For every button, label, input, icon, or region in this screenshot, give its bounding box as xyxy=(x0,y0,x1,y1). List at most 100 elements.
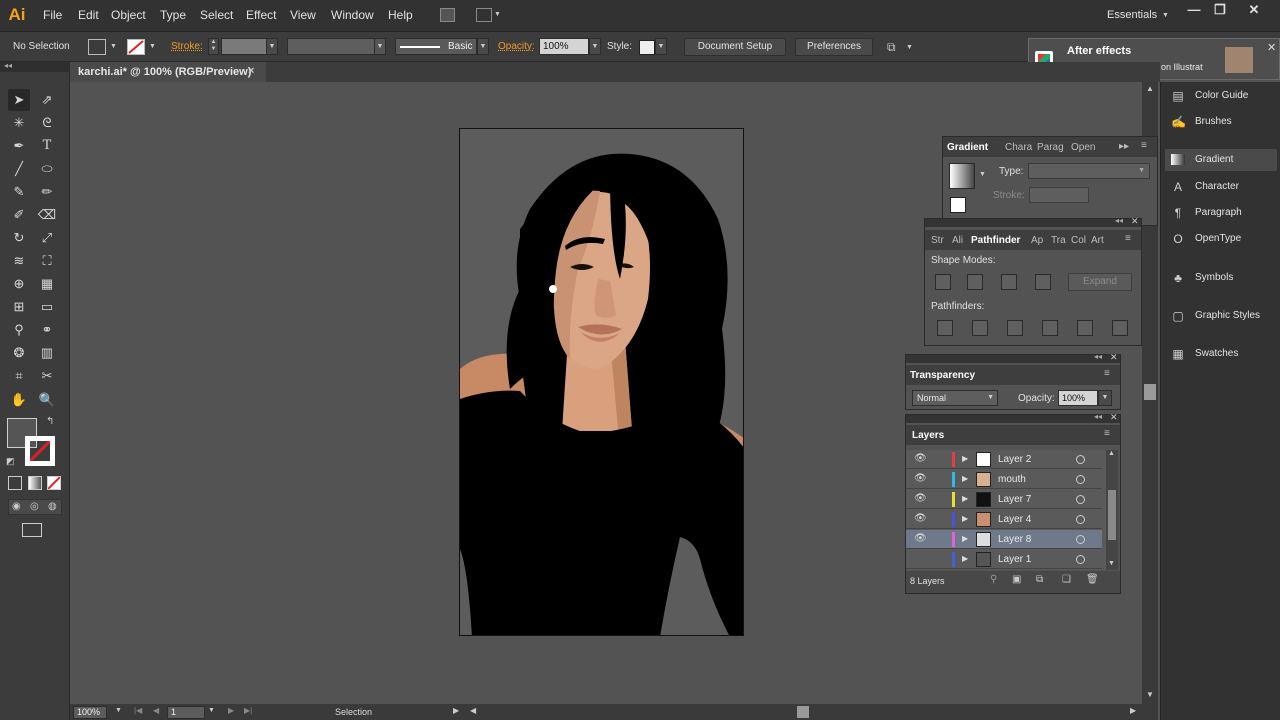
opacity-field[interactable]: 100% xyxy=(539,38,589,55)
eyedropper-tool-icon[interactable]: ⚲ xyxy=(8,319,30,341)
visibility-eye-icon[interactable]: 👁 xyxy=(914,553,927,564)
stroke-weight-stepper[interactable]: ▲ ▼ xyxy=(208,38,219,55)
draw-inside-icon[interactable]: ◍ xyxy=(48,501,57,512)
rotate-tool-icon[interactable]: ↻ xyxy=(8,227,30,249)
scroll-down-icon[interactable]: ▼ xyxy=(1108,560,1115,567)
exclude-icon[interactable] xyxy=(1035,274,1051,290)
dock-item-graphic-styles[interactable]: ▢ Graphic Styles xyxy=(1165,305,1277,327)
pen-tool-icon[interactable]: ✒ xyxy=(8,135,30,157)
visibility-eye-icon[interactable]: 👁 xyxy=(914,513,927,524)
paintbrush-tool-icon[interactable]: ✎ xyxy=(8,181,30,203)
outline-icon[interactable] xyxy=(1077,320,1093,336)
dock-item-opentype[interactable]: O OpenType xyxy=(1165,228,1277,250)
scroll-down-icon[interactable]: ▼ xyxy=(1146,690,1154,699)
tab-opentype[interactable]: Open xyxy=(1071,142,1095,153)
chevron-down-icon[interactable]: ▼ xyxy=(987,394,994,401)
collapse-icon[interactable]: ◂◂ xyxy=(1115,216,1123,225)
close-icon[interactable]: ✕ xyxy=(1240,2,1268,20)
graphic-style-swatch[interactable] xyxy=(639,40,655,55)
blend-mode-select[interactable]: Normal ▼ xyxy=(912,390,998,406)
chevron-down-icon[interactable]: ▼ xyxy=(979,171,986,178)
arrange-icon[interactable]: ⧉ xyxy=(887,40,896,55)
lasso-tool-icon[interactable]: ᘓ xyxy=(36,112,58,134)
workspace-switcher[interactable]: Essentials xyxy=(1107,9,1157,21)
target-icon[interactable] xyxy=(1076,475,1085,484)
chevron-down-icon[interactable]: ▼ xyxy=(149,43,156,50)
menu-file[interactable]: File xyxy=(43,8,62,22)
expand-arrow-icon[interactable]: ▶ xyxy=(962,554,968,563)
scroll-right-icon[interactable]: ▶ xyxy=(1130,706,1136,715)
expand-arrow-icon[interactable]: ▶ xyxy=(962,494,968,503)
layers-scrollbar[interactable]: ▲ ▼ xyxy=(1106,450,1118,570)
chevron-down-icon[interactable]: ▼ xyxy=(115,707,122,714)
scroll-up-icon[interactable]: ▲ xyxy=(1146,84,1154,93)
last-artboard-icon[interactable]: ▶| xyxy=(244,706,252,715)
close-icon[interactable]: ✕ xyxy=(1267,41,1276,54)
transparency-opacity-field[interactable]: 100% xyxy=(1058,390,1098,406)
target-icon[interactable] xyxy=(1076,515,1085,524)
dock-item-brushes[interactable]: ✍ Brushes xyxy=(1165,111,1277,133)
layer-row[interactable]: 👁 ▶ Layer 7 xyxy=(906,490,1102,509)
next-artboard-icon[interactable]: ▶ xyxy=(228,706,234,715)
color-mode-icon[interactable] xyxy=(8,476,22,490)
chevron-down-icon[interactable]: ▼ xyxy=(1138,167,1145,174)
chevron-down-icon[interactable]: ▼ xyxy=(494,11,501,18)
collapse-icon[interactable]: ◂◂ xyxy=(1094,412,1102,421)
crop-icon[interactable] xyxy=(1042,320,1058,336)
chevron-down-icon[interactable]: ▼ xyxy=(589,38,601,55)
dock-item-symbols[interactable]: ♣ Symbols xyxy=(1165,267,1277,289)
create-sublayer-icon[interactable]: ⧉ xyxy=(1036,574,1043,585)
direct-selection-tool-icon[interactable]: ⇗ xyxy=(36,89,58,111)
tab-appearance[interactable]: Ap xyxy=(1031,235,1043,246)
gradient-mode-icon[interactable] xyxy=(28,476,42,490)
first-artboard-icon[interactable]: |◀ xyxy=(134,706,142,715)
gradient-preview[interactable] xyxy=(949,163,975,189)
document-tab[interactable]: karchi.ai* @ 100% (RGB/Preview) × xyxy=(70,62,266,82)
symbol-sprayer-tool-icon[interactable]: ❂ xyxy=(8,342,30,364)
stroke-weight-field[interactable] xyxy=(221,38,267,55)
panel-strip[interactable]: ◂◂ ✕ xyxy=(906,352,1120,363)
trim-icon[interactable] xyxy=(972,320,988,336)
visibility-eye-icon[interactable]: 👁 xyxy=(914,453,927,464)
chevron-down-icon[interactable]: ▼ xyxy=(906,44,913,51)
restore-icon[interactable]: ❐ xyxy=(1206,2,1234,20)
free-transform-tool-icon[interactable]: ⛶ xyxy=(36,250,58,272)
chevron-down-icon[interactable]: ▼ xyxy=(1162,12,1169,19)
menu-object[interactable]: Object xyxy=(111,8,146,22)
target-icon[interactable] xyxy=(1076,495,1085,504)
chevron-down-icon[interactable]: ▼ xyxy=(110,43,117,50)
tab-transform[interactable]: Tra xyxy=(1051,235,1066,246)
drawing-modes[interactable]: ◉ ◎ ◍ xyxy=(8,499,62,515)
tab-color[interactable]: Col xyxy=(1071,235,1086,246)
variable-width-profile[interactable] xyxy=(287,38,375,55)
expand-arrow-icon[interactable]: ▶ xyxy=(962,534,968,543)
brush-definition[interactable]: Basic xyxy=(395,38,477,55)
stroke-label[interactable]: Stroke: xyxy=(171,41,203,52)
document-setup-button[interactable]: Document Setup xyxy=(684,38,786,56)
collapse-icon[interactable]: ◂◂ xyxy=(4,61,12,70)
eraser-tool-icon[interactable]: ⌫ xyxy=(36,204,58,226)
minimize-icon[interactable]: — xyxy=(1180,2,1208,20)
chevron-down-icon[interactable]: ▼ xyxy=(477,38,489,55)
intersect-icon[interactable] xyxy=(1001,274,1017,290)
draw-normal-icon[interactable]: ◉ xyxy=(12,501,21,512)
zoom-tool-icon[interactable]: 🔍 xyxy=(36,389,58,411)
selection-tool-icon[interactable]: ➤ xyxy=(8,89,30,111)
menu-view[interactable]: View xyxy=(290,8,316,22)
dock-item-paragraph[interactable]: ¶ Paragraph xyxy=(1165,202,1277,224)
visibility-eye-icon[interactable]: 👁 xyxy=(914,493,927,504)
merge-icon[interactable] xyxy=(1007,320,1023,336)
chevron-down-icon[interactable]: ▼ xyxy=(208,707,215,714)
panel-menu-icon[interactable]: ≡ xyxy=(1104,368,1110,379)
tab-paragraph[interactable]: Parag xyxy=(1037,142,1064,153)
stroke-swatch[interactable] xyxy=(127,39,145,55)
expand-panel-icon[interactable]: ▸▸ xyxy=(1119,141,1129,152)
swap-fill-stroke-icon[interactable]: ↰ xyxy=(46,416,54,427)
artboard-tool-icon[interactable]: ⌗ xyxy=(8,365,30,387)
dock-item-character[interactable]: A Character xyxy=(1165,176,1277,198)
expand-arrow-icon[interactable]: ▶ xyxy=(962,474,968,483)
layers-scroll-thumb[interactable] xyxy=(1108,490,1116,540)
locate-object-icon[interactable]: ⚲ xyxy=(990,574,997,585)
chevron-down-icon[interactable]: ▼ xyxy=(266,38,278,55)
gradient-fill-box[interactable] xyxy=(950,197,966,213)
